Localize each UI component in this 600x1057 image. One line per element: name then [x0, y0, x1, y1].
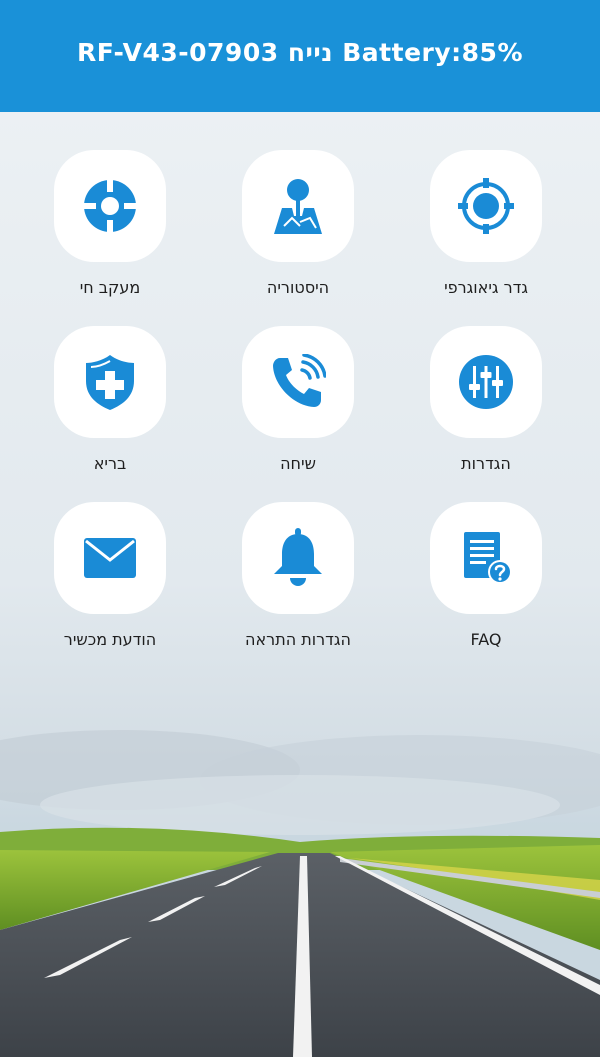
menu-item-device-message[interactable]: הודעת מכשיר — [20, 502, 200, 649]
menu-label: הודעת מכשיר — [63, 630, 157, 649]
health-shield-icon — [86, 355, 134, 410]
menu-item-settings[interactable]: הגדרות — [396, 326, 576, 473]
menu-label: FAQ — [470, 630, 502, 649]
menu-label: בריא — [93, 454, 127, 473]
menu-item-health[interactable]: בריא — [20, 326, 200, 473]
alert-settings-button[interactable] — [242, 502, 354, 614]
call-button[interactable] — [242, 326, 354, 438]
header-bar: RF-V43-07903 נייח Battery:85% — [0, 0, 600, 112]
envelope-icon — [84, 538, 136, 578]
menu-item-live-tracking[interactable]: מעקב חי — [20, 150, 200, 297]
menu-item-history[interactable]: היסטוריה — [208, 150, 388, 297]
settings-button[interactable] — [430, 326, 542, 438]
faq-document-icon — [464, 532, 512, 584]
menu-item-alert-settings[interactable]: הגדרות התראה — [208, 502, 388, 649]
health-button[interactable] — [54, 326, 166, 438]
menu-label: שיחה — [280, 454, 316, 473]
sliders-icon — [459, 355, 513, 409]
device-message-button[interactable] — [54, 502, 166, 614]
menu-item-call[interactable]: שיחה — [208, 326, 388, 473]
crosshair-icon — [84, 180, 136, 232]
faq-button[interactable] — [430, 502, 542, 614]
phone-call-icon — [273, 354, 326, 407]
menu-label: הגדרות — [461, 454, 511, 473]
menu-label: היסטוריה — [266, 278, 330, 297]
live-tracking-button[interactable] — [54, 150, 166, 262]
device-status-title: RF-V43-07903 נייח Battery:85% — [77, 37, 523, 67]
menu-label: הגדרות התראה — [245, 630, 351, 649]
history-button[interactable] — [242, 150, 354, 262]
map-pin-icon — [274, 179, 322, 234]
menu-label: גדר גיאוגרפי — [444, 278, 528, 297]
menu-label: מעקב חי — [79, 278, 141, 297]
menu-item-faq[interactable]: FAQ — [396, 502, 576, 649]
geofence-button[interactable] — [430, 150, 542, 262]
menu-item-geofence[interactable]: גדר גיאוגרפי — [396, 150, 576, 297]
geofence-target-icon — [458, 178, 514, 234]
bell-icon — [274, 528, 322, 586]
